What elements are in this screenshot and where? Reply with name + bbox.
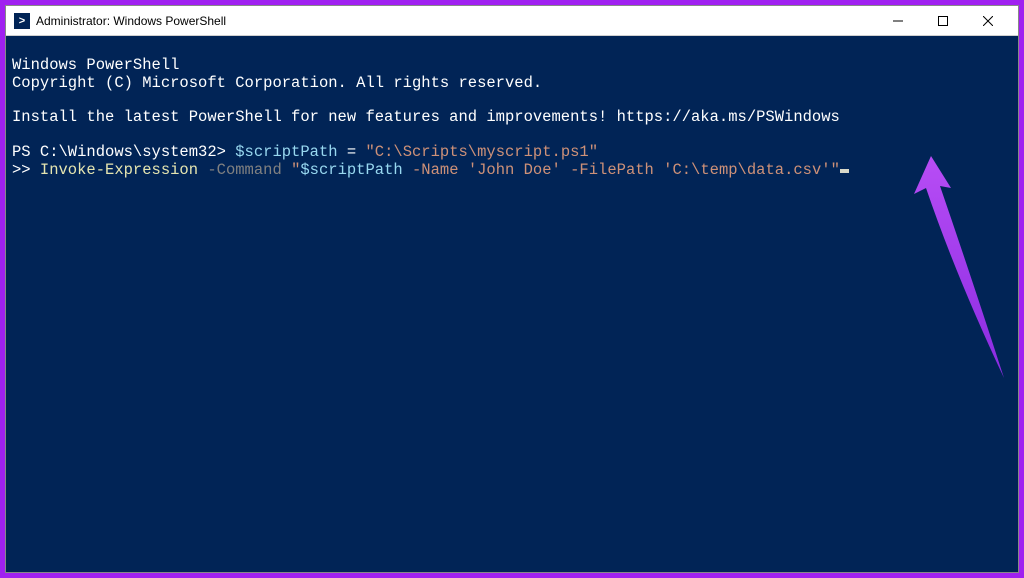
- terminal-area[interactable]: Windows PowerShell Copyright (C) Microso…: [6, 36, 1018, 572]
- powershell-window: Administrator: Windows PowerShell Window…: [5, 5, 1019, 573]
- titlebar[interactable]: Administrator: Windows PowerShell: [6, 6, 1018, 36]
- terminal-line: Install the latest PowerShell for new fe…: [12, 108, 840, 126]
- string-token: "C:\Scripts\myscript.ps1": [365, 143, 598, 161]
- string-token: ": [291, 161, 300, 179]
- minimize-button[interactable]: [875, 6, 920, 36]
- terminal-command-line-2: >> Invoke-Expression -Command "$scriptPa…: [12, 161, 849, 179]
- minimize-icon: [893, 16, 903, 26]
- continuation-prompt: >>: [12, 161, 40, 179]
- close-button[interactable]: [965, 6, 1010, 36]
- terminal-blank-line: [12, 91, 21, 109]
- close-icon: [983, 16, 993, 26]
- terminal-command-line-1: PS C:\Windows\system32> $scriptPath = "C…: [12, 143, 598, 161]
- cmdlet-token: Invoke-Expression: [40, 161, 198, 179]
- terminal-blank-line: [12, 126, 21, 144]
- window-controls: [875, 6, 1010, 36]
- string-token: -Name 'John Doe' -FilePath 'C:\temp\data…: [403, 161, 840, 179]
- window-title: Administrator: Windows PowerShell: [36, 14, 226, 28]
- terminal-line: Copyright (C) Microsoft Corporation. All…: [12, 74, 542, 92]
- cursor: [840, 169, 849, 173]
- terminal-line: Windows PowerShell: [12, 56, 179, 74]
- variable-token: $scriptPath: [300, 161, 402, 179]
- maximize-button[interactable]: [920, 6, 965, 36]
- variable-token: $scriptPath: [235, 143, 337, 161]
- maximize-icon: [938, 16, 948, 26]
- parameter-token: -Command: [198, 161, 291, 179]
- annotation-arrow-icon: [896, 156, 1016, 386]
- prompt-text: PS C:\Windows\system32>: [12, 143, 235, 161]
- operator-token: =: [338, 143, 366, 161]
- powershell-icon: [14, 13, 30, 29]
